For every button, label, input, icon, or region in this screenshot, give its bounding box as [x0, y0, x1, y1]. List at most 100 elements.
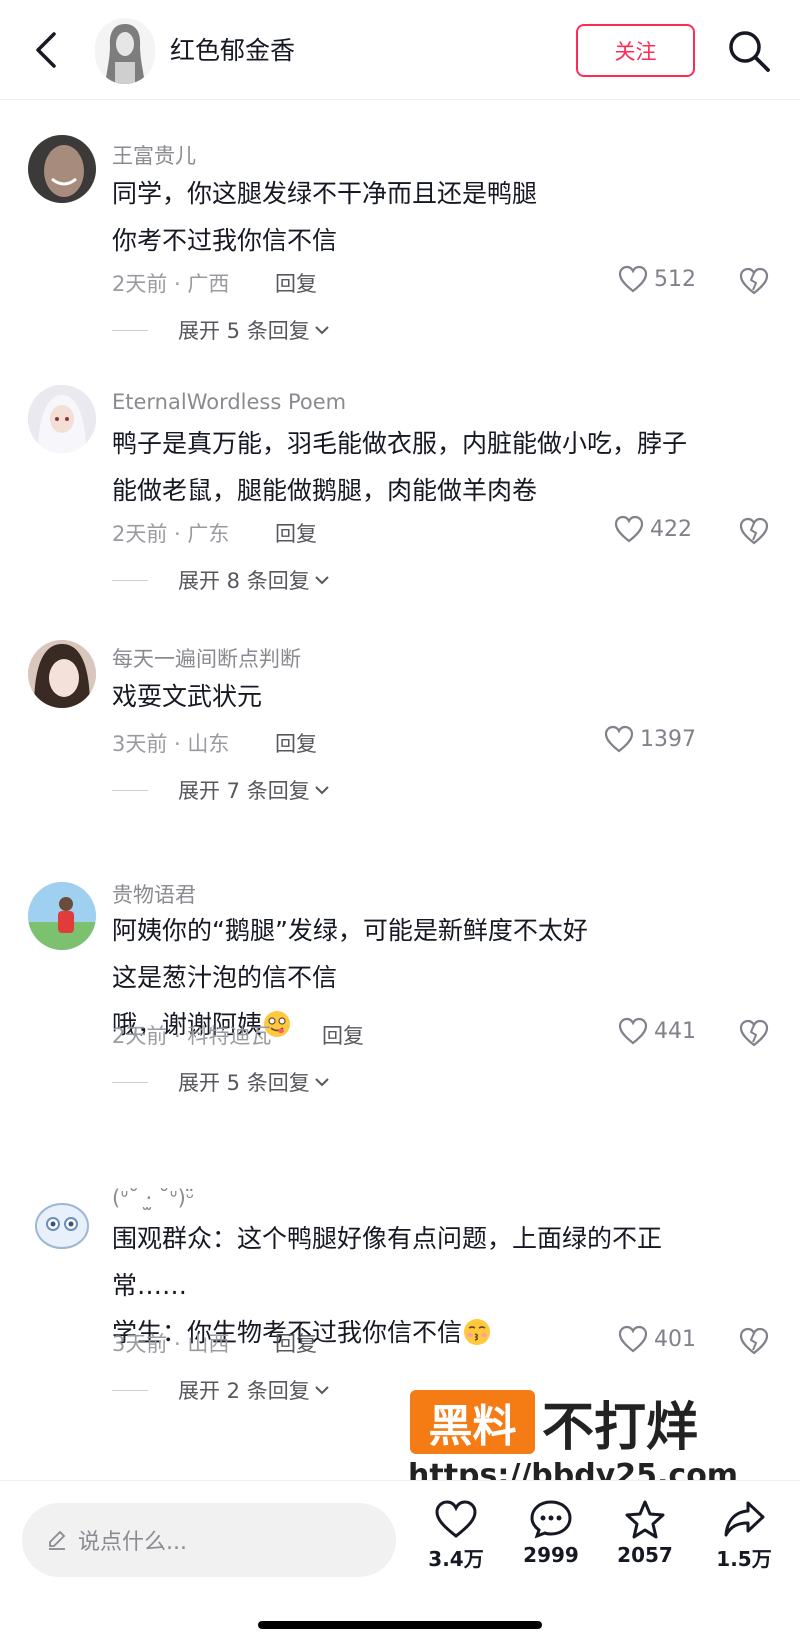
input-placeholder: 说点什么... — [78, 1530, 187, 1555]
comment-line: 围观群众：这个鸭腿好像有点问题，上面绿的不正 — [112, 1224, 663, 1253]
heart-icon — [618, 1017, 648, 1045]
commenter-avatar[interactable] — [28, 135, 96, 203]
reply-button[interactable]: 回复 — [322, 1020, 364, 1050]
expand-label: 展开 2 条回复 — [178, 1379, 310, 1403]
like-button[interactable]: 441 — [618, 1017, 696, 1045]
heart-icon — [614, 515, 644, 543]
comment-time-location: 2天前 · 科特迪瓦 — [112, 1024, 272, 1048]
search-icon[interactable] — [726, 28, 772, 74]
expand-label: 展开 7 条回复 — [178, 779, 310, 803]
like-action[interactable]: 3.4万 — [416, 1499, 496, 1572]
divider-line — [112, 789, 148, 791]
reply-button[interactable]: 回复 — [275, 518, 317, 548]
reply-button[interactable]: 回复 — [275, 268, 317, 298]
expand-replies[interactable]: 展开 8 条回复 — [112, 565, 330, 595]
comment-username[interactable]: 王富贵儿 — [112, 140, 196, 170]
comment-time-location: 3天前 · 山东 — [112, 732, 230, 756]
comment-item: EternalWordless Poem 鸭子是真万能，羽毛能做衣服，内脏能做小… — [0, 385, 800, 600]
comment-time-location: 2天前 · 广西 — [112, 272, 230, 296]
like-count: 441 — [654, 1018, 696, 1044]
heart-icon — [435, 1500, 477, 1538]
share-action[interactable]: 1.5万 — [704, 1499, 784, 1572]
comment-line: 鸭子是真万能，羽毛能做衣服，内脏能做小吃，脖子 — [112, 429, 688, 458]
divider-line — [112, 329, 148, 331]
like-button[interactable]: 401 — [618, 1325, 696, 1353]
like-button[interactable]: 1397 — [604, 725, 696, 753]
like-total: 3.4万 — [428, 1547, 484, 1571]
like-button[interactable]: 512 — [618, 265, 696, 293]
comment-text: 戏耍文武状元 — [112, 673, 762, 720]
comment-text: 鸭子是真万能，羽毛能做衣服，内脏能做小吃，脖子 能做老鼠，腿能做鹅腿，肉能做羊肉… — [112, 420, 762, 514]
comment-time-location: 3天前 · 山西 — [112, 1332, 230, 1356]
comment-time-location: 2天前 · 广东 — [112, 522, 230, 546]
broken-heart-icon[interactable] — [738, 1326, 770, 1356]
like-count: 1397 — [640, 726, 696, 752]
comment-username[interactable]: 贵物语君 — [112, 879, 196, 909]
like-count: 401 — [654, 1326, 696, 1352]
like-button[interactable]: 422 — [614, 515, 692, 543]
expand-replies[interactable]: 展开 7 条回复 — [112, 775, 330, 805]
expand-replies[interactable]: 展开 5 条回复 — [112, 1067, 330, 1097]
heart-icon — [618, 1325, 648, 1353]
comment-username[interactable]: 每天一遍间断点判断 — [112, 643, 301, 673]
share-total: 1.5万 — [716, 1547, 772, 1571]
commenter-avatar[interactable] — [28, 1190, 96, 1258]
heart-icon — [618, 265, 648, 293]
comment-item: 王富贵儿 同学，你这腿发绿不干净而且还是鸭腿 你考不过我你信不信 2天前 · 广… — [0, 135, 800, 350]
watermark-brand-text: 不打烊 — [542, 1397, 699, 1458]
chevron-down-icon — [315, 326, 329, 335]
broken-heart-icon[interactable] — [738, 266, 770, 296]
comment-text: 同学，你这腿发绿不干净而且还是鸭腿 你考不过我你信不信 — [112, 170, 762, 264]
chevron-down-icon — [315, 1386, 329, 1395]
follow-button[interactable]: 关注 — [576, 24, 695, 77]
top-header: 红色郁金香 关注 — [0, 0, 800, 100]
comment-line: 你考不过我你信不信 — [112, 226, 338, 255]
comment-bubble-icon — [530, 1500, 572, 1539]
comment-line: 戏耍文武状元 — [112, 682, 263, 711]
bottom-bar: 说点什么... 3.4万 2999 2057 1.5万 — [0, 1480, 800, 1638]
comment-action[interactable]: 2999 — [511, 1499, 591, 1567]
comment-line: 这是葱汁泡的信不信 — [112, 963, 338, 992]
back-arrow-icon[interactable] — [30, 30, 66, 70]
expand-label: 展开 5 条回复 — [178, 1071, 310, 1095]
comment-line: 能做老鼠，腿能做鹅腿，肉能做羊肉卷 — [112, 476, 538, 505]
divider-line — [112, 1081, 148, 1083]
comment-line: 常…… — [112, 1271, 188, 1300]
favorite-action[interactable]: 2057 — [605, 1499, 685, 1567]
share-arrow-icon — [724, 1501, 765, 1537]
comment-total: 2999 — [523, 1543, 579, 1567]
commenter-avatar[interactable] — [28, 640, 96, 708]
broken-heart-icon[interactable] — [738, 516, 770, 546]
comment-username[interactable]: (ᐡ˘ ·̫ ˘ᐡ)ᵕ̈ — [112, 1186, 194, 1210]
chevron-down-icon — [315, 786, 329, 795]
expand-label: 展开 5 条回复 — [178, 319, 310, 343]
comment-item: 贵物语君 阿姨你的“鹅腿”发绿，可能是新鲜度不太好 这是葱汁泡的信不信 哦，谢谢… — [0, 882, 800, 1142]
star-icon — [625, 1500, 665, 1539]
commenter-avatar[interactable] — [28, 385, 96, 453]
comment-line: 同学，你这腿发绿不干净而且还是鸭腿 — [112, 179, 538, 208]
divider-line — [112, 1389, 148, 1391]
broken-heart-icon[interactable] — [738, 1018, 770, 1048]
pencil-icon — [49, 1530, 66, 1550]
expand-replies[interactable]: 展开 5 条回复 — [112, 315, 330, 345]
comment-line: 阿姨你的“鹅腿”发绿，可能是新鲜度不太好 — [112, 916, 588, 945]
reply-button[interactable]: 回复 — [275, 1328, 317, 1358]
favorite-total: 2057 — [617, 1543, 673, 1567]
kiss-emoji-icon — [464, 1319, 491, 1345]
home-indicator — [258, 1621, 542, 1629]
comment-input[interactable]: 说点什么... — [22, 1503, 396, 1577]
chevron-down-icon — [315, 1078, 329, 1087]
expand-label: 展开 8 条回复 — [178, 569, 310, 593]
author-name[interactable]: 红色郁金香 — [170, 31, 295, 67]
commenter-avatar[interactable] — [28, 882, 96, 950]
author-avatar[interactable] — [95, 18, 155, 84]
comment-username[interactable]: EternalWordless Poem — [112, 390, 346, 414]
reply-button[interactable]: 回复 — [275, 728, 317, 758]
expand-replies[interactable]: 展开 2 条回复 — [112, 1375, 330, 1405]
like-count: 512 — [654, 266, 696, 292]
heart-icon — [604, 725, 634, 753]
watermark-brand-box: 黑料 — [410, 1390, 535, 1454]
comment-item: 每天一遍间断点判断 戏耍文武状元 3天前 · 山东 回复 1397 展开 7 条… — [0, 640, 800, 820]
divider-line — [112, 579, 148, 581]
like-count: 422 — [650, 516, 692, 542]
